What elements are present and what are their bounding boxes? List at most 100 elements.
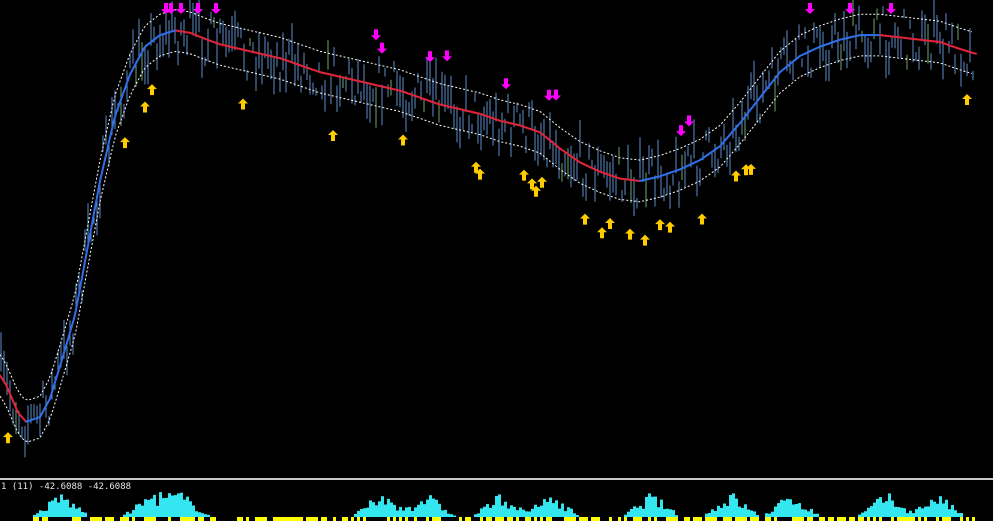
buy-arrow-icon [120,137,130,149]
moving-average-line [0,29,977,423]
indicator-histogram [33,492,975,521]
hist-bar-neg [942,517,945,521]
hist-bar-neg [669,517,672,521]
hist-bar-neg [210,517,213,521]
hist-bar [408,506,411,517]
hist-bar-neg [687,517,690,521]
hist-bar-neg [306,517,309,521]
buy-arrow-icon [640,234,650,246]
hist-bar-neg [255,517,258,521]
hist-bar [888,493,891,517]
hist-bar [132,510,135,517]
hist-bar [426,499,429,517]
price-chart [0,0,977,458]
hist-bar-neg [468,517,471,521]
hist-bar-neg [459,517,462,521]
hist-bar [552,503,555,517]
hist-bar [735,498,738,517]
price-bars [0,0,974,458]
hist-bar-neg [708,517,711,521]
hist-bar [45,510,48,517]
hist-bar-neg [153,517,156,521]
hist-bar [723,503,726,517]
hist-bar [156,505,159,517]
hist-bar [177,493,180,517]
hist-bar-neg [795,517,798,521]
hist-bar-neg [111,517,114,521]
hist-bar-neg [90,517,93,521]
hist-bar-neg [285,517,288,521]
hist-bar-neg [333,517,336,521]
hist-bar-neg [213,517,216,521]
hist-bar [393,504,396,517]
hist-bar [162,498,165,517]
hist-bar-neg [414,517,417,521]
hist-bar [867,507,870,517]
hist-bar [192,505,195,517]
hist-bar [195,511,198,517]
hist-bar-neg [507,517,510,521]
ma-segment [79,276,83,290]
hist-bar-neg [879,517,882,521]
hist-bar [432,498,435,517]
hist-bar-neg [756,517,759,521]
hist-bar-neg [594,517,597,521]
hist-bar [903,508,906,517]
hist-bar [786,498,789,517]
hist-bar [789,499,792,517]
hist-bar [417,504,420,517]
hist-bar [663,509,666,517]
hist-bar-neg [300,517,303,521]
hist-bar-neg [891,517,894,521]
indicator-label: 1 (11) -42.6088 -42.6088 [1,482,132,492]
hist-bar [810,508,813,517]
hist-bar [957,513,960,517]
hist-bar [549,497,552,517]
hist-bar [780,499,783,517]
hist-bar [633,506,636,517]
buy-arrow-icon [605,217,615,229]
sell-arrow-icon [193,3,203,14]
hist-bar [186,496,189,517]
hist-bar [204,514,207,517]
hist-bar-neg [591,517,594,521]
hist-bar-neg [198,517,201,521]
hist-bar [912,513,915,517]
ma-segment [73,308,77,320]
hist-bar-neg [738,517,741,521]
hist-bar-neg [525,517,528,521]
hist-bar-neg [99,517,102,521]
hist-bar-neg [564,517,567,521]
hist-bar-neg [486,517,489,521]
hist-bar-neg [540,517,543,521]
buy-arrow-icon [328,129,338,141]
hist-bar [639,505,642,517]
hist-bar-neg [258,517,261,521]
hist-bar-neg [33,517,36,521]
hist-bar [123,514,126,517]
hist-bar-neg [618,517,621,521]
hist-bar-neg [768,517,771,521]
hist-bar [153,494,156,517]
hist-bar [729,495,732,517]
hist-bar [930,499,933,517]
hist-bar [555,500,558,517]
hist-bar [135,504,138,517]
buy-arrow-icon [731,170,741,182]
hist-bar [741,508,744,517]
hist-bar-neg [693,517,696,521]
hist-bar-neg [480,517,483,521]
hist-bar-neg [918,517,921,521]
hist-bar [33,514,36,517]
hist-bar-neg [624,517,627,521]
hist-bar-neg [105,517,108,521]
hist-bar [945,499,948,517]
sell-arrow-icon [501,78,511,90]
hist-bar [75,508,78,517]
hist-bar [771,511,774,517]
hist-bar-neg [684,517,687,521]
hist-bar [144,499,147,517]
hist-bar [48,501,51,517]
hist-bar [792,504,795,517]
hist-bar [648,493,651,517]
